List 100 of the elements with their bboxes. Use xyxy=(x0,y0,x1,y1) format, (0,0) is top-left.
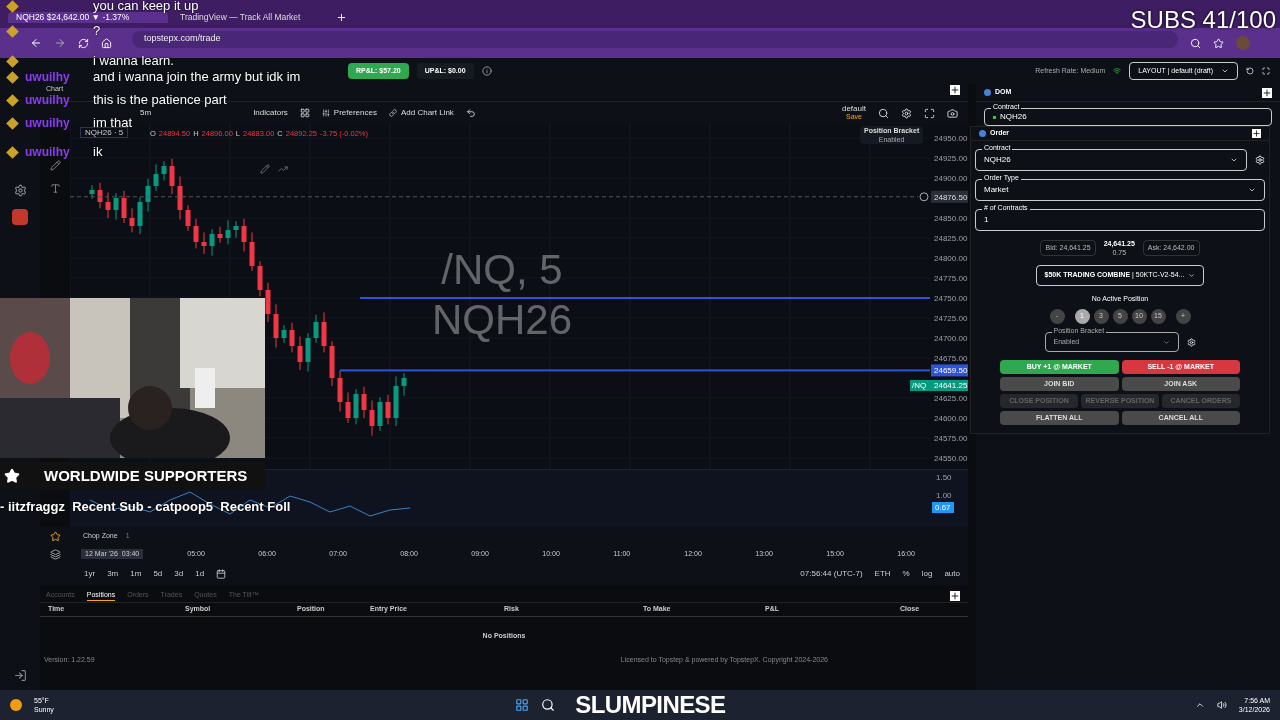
candle xyxy=(89,184,95,200)
range-button[interactable]: 3d xyxy=(174,568,184,580)
chart-link-button[interactable]: Add Chart Link xyxy=(388,107,454,119)
draw-tool-icon[interactable] xyxy=(49,160,61,171)
start-icon[interactable] xyxy=(515,698,530,712)
chevron-down-icon xyxy=(1221,67,1229,75)
candle xyxy=(193,218,199,249)
candle xyxy=(273,303,279,349)
forward-icon[interactable] xyxy=(54,37,66,49)
text-tool-icon[interactable] xyxy=(49,183,61,194)
info-icon[interactable] xyxy=(481,66,492,76)
candle xyxy=(281,324,287,344)
candle xyxy=(145,178,151,213)
candle xyxy=(153,163,159,192)
candle xyxy=(401,372,407,397)
chat-message: im that xyxy=(93,117,132,129)
logout-icon[interactable] xyxy=(13,669,27,682)
tray-icon[interactable] xyxy=(1194,700,1205,710)
indicators-button[interactable]: Indicators xyxy=(253,107,288,119)
chat-username: uwuilhy xyxy=(25,71,71,83)
reload-icon[interactable] xyxy=(78,37,89,49)
search-icon[interactable] xyxy=(541,698,556,712)
home-icon[interactable] xyxy=(101,37,112,49)
address-bar[interactable]: topstepx.com/trade xyxy=(132,30,1178,48)
undo-icon[interactable] xyxy=(465,108,476,118)
candle xyxy=(305,332,311,373)
reset-icon[interactable] xyxy=(1246,67,1254,75)
preferences-button[interactable]: Preferences xyxy=(321,107,377,119)
candle xyxy=(121,190,127,224)
candle xyxy=(345,391,351,424)
candle xyxy=(169,158,175,195)
price-label: 24800.00 xyxy=(934,254,968,263)
price-label: 24925.00 xyxy=(934,154,968,163)
price-label: 24950.00 xyxy=(934,134,968,143)
candle xyxy=(249,231,255,272)
volume-icon[interactable] xyxy=(1216,700,1227,710)
price-label: 24775.00 xyxy=(934,274,968,283)
browser-tab[interactable]: NQH26 $24,642.00 ▼ -1.37% xyxy=(8,12,168,23)
settings-icon[interactable] xyxy=(13,184,27,197)
candle xyxy=(369,399,375,437)
line-price-tag: 24659.50 xyxy=(931,364,968,377)
chat-message: ? xyxy=(93,25,101,37)
calendar-icon[interactable] xyxy=(216,569,227,579)
add-order-icon[interactable] xyxy=(919,192,929,202)
price-label: 24575.00 xyxy=(934,434,968,443)
search-icon[interactable] xyxy=(878,107,889,119)
price-label: 24850.00 xyxy=(934,214,968,223)
weather-icon[interactable] xyxy=(10,699,22,711)
price-label: 24600.00 xyxy=(934,414,968,423)
last-price-tag: 24641.25 xyxy=(934,381,968,390)
chart-clock: 07:56:44 (UTC-7) xyxy=(800,568,863,580)
scale-option[interactable]: log xyxy=(921,568,933,580)
range-button[interactable]: 1yr xyxy=(84,568,96,580)
scale-option[interactable]: % xyxy=(902,568,910,580)
chat-username: uwuilhy xyxy=(25,94,71,106)
fullscreen-icon[interactable] xyxy=(1262,67,1270,75)
chat-message: this is the patience part xyxy=(93,94,227,106)
candle xyxy=(265,282,271,323)
chevron-down-icon xyxy=(1248,186,1256,194)
price-label: 24675.00 xyxy=(934,354,968,363)
candle xyxy=(129,207,135,233)
camera-icon[interactable] xyxy=(947,107,958,119)
back-icon[interactable] xyxy=(30,37,42,49)
add-panel-icon[interactable] xyxy=(950,85,960,95)
scale-option[interactable]: auto xyxy=(944,568,960,580)
range-button[interactable]: 5d xyxy=(153,568,163,580)
interval-button[interactable]: 5m xyxy=(140,107,152,119)
fullscreen-icon[interactable] xyxy=(924,107,935,119)
layers-icon[interactable] xyxy=(50,548,61,560)
session-button[interactable]: ETH xyxy=(874,568,891,580)
bookmark-icon[interactable] xyxy=(1213,37,1224,49)
indicator-value-tag: 0.67 xyxy=(932,502,954,513)
zoom-icon[interactable] xyxy=(1190,37,1201,49)
candle xyxy=(161,160,167,181)
chat-message: i wanna learn. xyxy=(93,55,174,67)
legend-symbol[interactable]: NQH26 · 5 xyxy=(80,127,129,138)
range-button[interactable]: 1d xyxy=(195,568,205,580)
favorite-icon[interactable] xyxy=(50,530,61,542)
add-panel-icon[interactable] xyxy=(950,590,960,601)
last-symbol-tag: /NQ xyxy=(912,381,927,390)
signal-icon xyxy=(1113,67,1122,75)
range-button[interactable]: 3m xyxy=(107,568,119,580)
browser-tab[interactable]: TradingView — Track All Market xyxy=(172,12,332,23)
candle xyxy=(289,322,295,353)
candle xyxy=(225,219,231,245)
templates-icon[interactable] xyxy=(299,108,310,118)
range-button[interactable]: 1m xyxy=(130,568,142,580)
add-panel-icon[interactable] xyxy=(1262,87,1272,98)
candle xyxy=(257,260,263,297)
trend-line-icon[interactable] xyxy=(278,164,288,174)
candle xyxy=(393,375,399,427)
link-icon xyxy=(388,109,397,117)
candle xyxy=(313,314,319,344)
chevron-down-icon xyxy=(1230,156,1238,164)
add-panel-icon[interactable] xyxy=(1252,129,1261,138)
candle xyxy=(201,231,207,255)
price-label: 24825.00 xyxy=(934,234,968,243)
candle xyxy=(209,228,215,257)
indicator-axis-label: 1.50 xyxy=(936,473,952,482)
new-tab-icon[interactable] xyxy=(336,12,347,23)
